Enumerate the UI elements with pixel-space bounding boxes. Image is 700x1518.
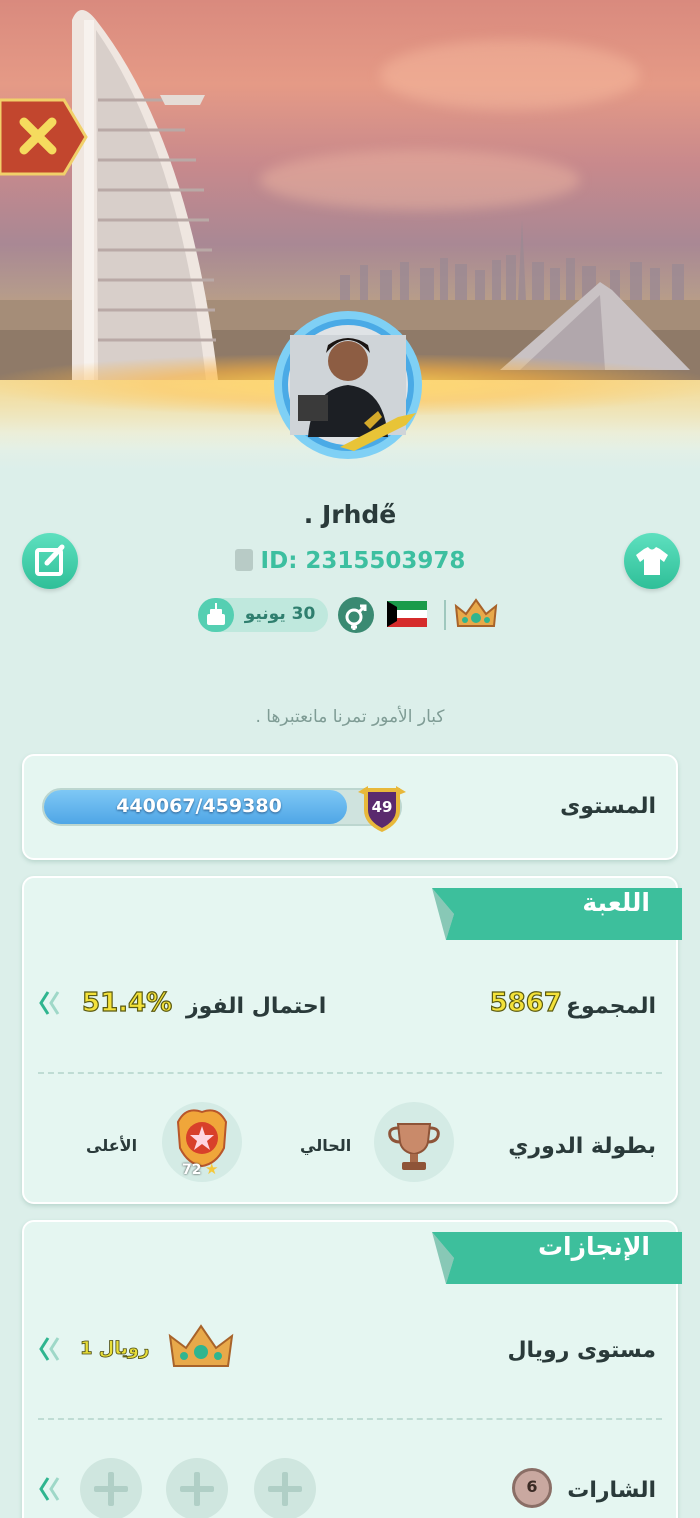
player-id: ID: 2315503978 bbox=[0, 548, 700, 574]
cake-icon bbox=[198, 598, 234, 632]
add-badge-slot[interactable] bbox=[80, 1458, 142, 1518]
chevron-left-icon bbox=[39, 1477, 60, 1501]
close-button[interactable] bbox=[0, 98, 88, 176]
chevron-left-icon bbox=[39, 991, 60, 1015]
trophy-icon bbox=[388, 1123, 440, 1170]
win-rate-value: 51.4% bbox=[81, 987, 173, 1018]
xp-progress-bar: 440067/459380 bbox=[42, 788, 402, 826]
outfit-button[interactable] bbox=[624, 533, 680, 589]
level-label: المستوى bbox=[560, 794, 656, 819]
achievements-card: الإنجازات مستوى رويال رويال 1 الشارات 6 bbox=[22, 1220, 682, 1518]
add-badge-slot[interactable] bbox=[166, 1458, 228, 1518]
badges-count-badge: 6 bbox=[512, 1468, 552, 1508]
kuwait-flag-icon bbox=[387, 601, 427, 627]
avatar[interactable] bbox=[268, 305, 432, 465]
player-name: . Jrhde̋ bbox=[303, 500, 397, 529]
royal-crown-icon bbox=[166, 1322, 236, 1374]
highest-league-badge[interactable]: 72 ★ bbox=[162, 1102, 242, 1182]
royal-details-button[interactable] bbox=[38, 1334, 62, 1364]
document-icon[interactable] bbox=[234, 549, 253, 571]
total-value: 5867 bbox=[489, 987, 563, 1018]
bio-text: كبار الأمور تمرنا مانعتبرها . bbox=[255, 707, 445, 727]
league-label: بطولة الدوري bbox=[508, 1134, 656, 1159]
game-section-title: اللعبة bbox=[582, 888, 650, 917]
edit-profile-button[interactable] bbox=[22, 533, 78, 589]
badges-label: الشارات bbox=[567, 1478, 656, 1503]
divider bbox=[38, 1072, 662, 1074]
gender-icon bbox=[338, 597, 374, 633]
win-rate-label: احتمال الفوز bbox=[186, 994, 327, 1019]
star-icon: ★ bbox=[205, 1160, 219, 1178]
royal-level-label: مستوى رويال bbox=[507, 1338, 656, 1363]
shirt-icon bbox=[636, 547, 668, 575]
royal-level-value: رويال 1 bbox=[80, 1338, 150, 1360]
add-badge-slot[interactable] bbox=[254, 1458, 316, 1518]
crown-icon[interactable] bbox=[452, 596, 500, 632]
level-number: 49 bbox=[371, 798, 393, 816]
achievements-section-title: الإنجازات bbox=[537, 1232, 650, 1261]
level-card: المستوى 440067/459380 49 bbox=[22, 754, 678, 860]
game-stats-card: اللعبة المجموع 5867 احتمال الفوز 51.4% ب… bbox=[22, 876, 682, 1204]
current-league-badge[interactable] bbox=[374, 1102, 454, 1182]
badges-details-button[interactable] bbox=[38, 1474, 62, 1504]
level-shield-icon: 49 bbox=[354, 782, 410, 834]
highest-stars: 72 bbox=[182, 1162, 202, 1178]
xp-progress-text: 440067/459380 bbox=[116, 795, 282, 817]
game-details-button[interactable] bbox=[38, 988, 62, 1018]
divider bbox=[38, 1418, 662, 1420]
profile-badges: 30 يونيو bbox=[0, 596, 700, 636]
badges-count: 6 bbox=[526, 1477, 538, 1496]
birthday-pill: 30 يونيو bbox=[198, 598, 328, 632]
divider bbox=[444, 600, 446, 630]
close-icon bbox=[0, 98, 88, 176]
player-id-text: ID: 2315503978 bbox=[260, 548, 466, 574]
total-label: المجموع bbox=[566, 994, 656, 1019]
birthday-text: 30 يونيو bbox=[244, 604, 316, 624]
league-emblem-icon bbox=[176, 1109, 228, 1168]
chevron-left-icon bbox=[39, 1337, 60, 1361]
highest-label: الأعلى bbox=[86, 1136, 138, 1155]
current-label: الحالي bbox=[300, 1136, 352, 1155]
edit-icon bbox=[35, 544, 65, 576]
